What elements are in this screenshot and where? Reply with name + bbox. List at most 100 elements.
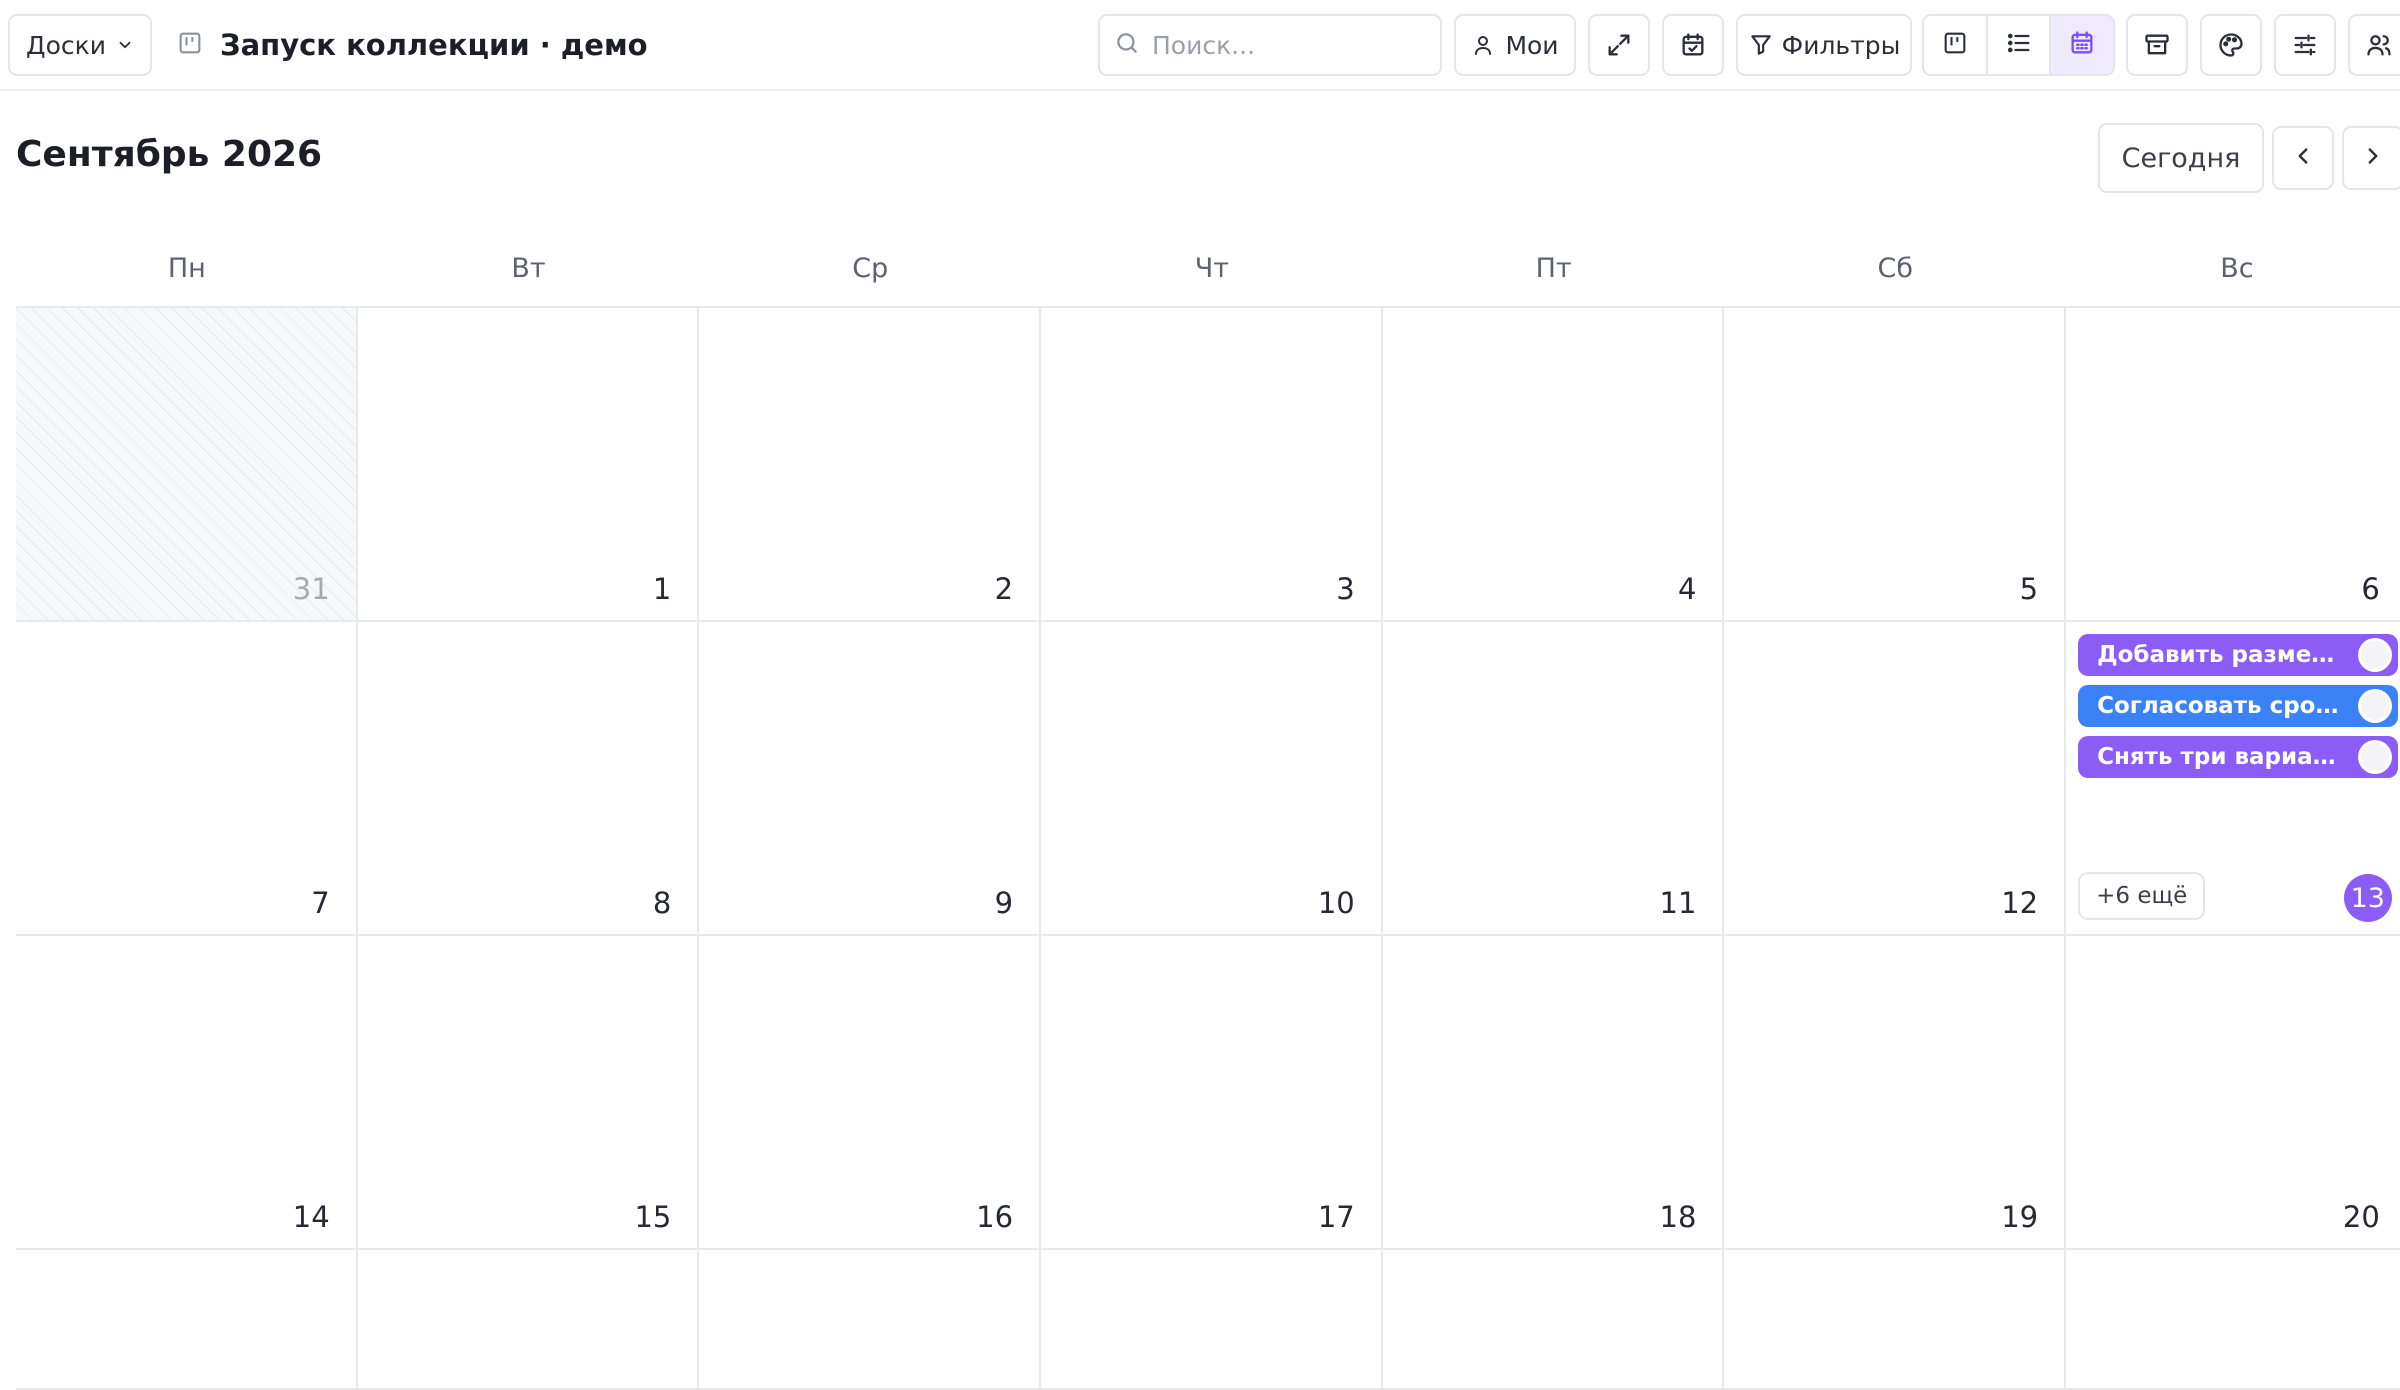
day-number: 17 bbox=[1317, 1200, 1355, 1234]
event-card[interactable]: Согласовать срок... bbox=[2078, 685, 2398, 727]
day-number: 4 bbox=[1677, 572, 1697, 606]
day-number: 5 bbox=[2019, 572, 2039, 606]
day-cell[interactable] bbox=[357, 1250, 700, 1390]
day-cell[interactable] bbox=[2066, 1250, 2400, 1390]
fullscreen-button[interactable] bbox=[1588, 14, 1650, 76]
weekday-header: Пн Вт Ср Чт Пт Сб Вс bbox=[16, 230, 2400, 308]
weekday-label: Сб bbox=[1877, 252, 1914, 284]
board-settings-button[interactable] bbox=[2274, 14, 2336, 76]
day-cell[interactable] bbox=[1382, 1250, 1725, 1390]
chevron-right-icon bbox=[2360, 143, 2386, 173]
mine-filter-button[interactable]: Мои bbox=[1454, 14, 1576, 76]
weekday-label: Пн bbox=[167, 252, 206, 284]
day-number: 18 bbox=[1659, 1200, 1697, 1234]
day-events: Добавить размер... Согласовать срок... Сня… bbox=[2078, 634, 2398, 778]
archive-button[interactable] bbox=[2126, 14, 2188, 76]
day-cell[interactable] bbox=[699, 1250, 1042, 1390]
event-title: Добавить размер... bbox=[2097, 642, 2343, 668]
month-title: Сентябрь 2026 bbox=[16, 134, 323, 175]
theme-button[interactable] bbox=[2200, 14, 2262, 76]
chevron-down-icon bbox=[116, 36, 134, 54]
day-cell[interactable]: 20 bbox=[2066, 936, 2400, 1250]
event-complete-checkbox[interactable] bbox=[2357, 638, 2392, 672]
users-icon bbox=[2365, 31, 2393, 59]
day-cell[interactable]: 3 bbox=[1041, 308, 1383, 622]
weekday-label: Вс bbox=[2220, 252, 2254, 284]
day-cell[interactable]: 19 bbox=[1724, 936, 2067, 1250]
event-card[interactable]: Добавить размер... bbox=[2078, 634, 2398, 676]
day-number: 12 bbox=[2001, 886, 2039, 920]
board-icon bbox=[176, 29, 204, 61]
day-number: 2 bbox=[994, 572, 1014, 606]
boards-label: Доски bbox=[26, 30, 106, 60]
event-card[interactable]: Снять три вариан... bbox=[2078, 736, 2398, 778]
list-icon bbox=[2005, 29, 2033, 61]
day-cell[interactable]: Добавить размер... Согласовать срок... Сня… bbox=[2066, 622, 2400, 936]
day-cell[interactable]: 4 bbox=[1382, 308, 1725, 622]
expand-icon bbox=[1605, 31, 1633, 59]
members-button[interactable] bbox=[2348, 14, 2400, 76]
sliders-icon bbox=[2291, 31, 2319, 59]
day-number: 9 bbox=[994, 886, 1014, 920]
day-cell[interactable]: 11 bbox=[1382, 622, 1725, 936]
filters-button[interactable]: Фильтры bbox=[1736, 14, 1912, 76]
day-cell[interactable] bbox=[16, 1250, 358, 1390]
calendar-grid: 31 1 2 3 4 5 6 7 8 9 10 11 12 Добавить размер... Согла… bbox=[16, 308, 2400, 1390]
top-toolbar: Доски Запуск коллекции · демо Мои bbox=[0, 0, 2400, 91]
event-complete-checkbox[interactable] bbox=[2357, 689, 2392, 723]
date-button[interactable] bbox=[1662, 14, 1724, 76]
board-title: Запуск коллекции · демо bbox=[176, 14, 648, 76]
search-input[interactable] bbox=[1152, 30, 1422, 60]
day-cell[interactable] bbox=[1724, 1250, 2067, 1390]
previous-month-button[interactable] bbox=[2272, 126, 2334, 190]
search-icon bbox=[1114, 30, 1140, 60]
day-cell[interactable]: 5 bbox=[1724, 308, 2067, 622]
day-cell[interactable]: 14 bbox=[16, 936, 358, 1250]
weekday-label: Чт bbox=[1194, 252, 1230, 284]
view-switcher bbox=[1922, 14, 2115, 76]
day-cell[interactable]: 16 bbox=[699, 936, 1042, 1250]
day-cell[interactable]: 1 bbox=[357, 308, 700, 622]
day-cell[interactable] bbox=[1041, 1250, 1383, 1390]
today-button[interactable]: Сегодня bbox=[2098, 123, 2264, 193]
day-cell[interactable]: 7 bbox=[16, 622, 358, 936]
day-cell-outside-month[interactable]: 31 bbox=[16, 308, 358, 622]
boards-dropdown[interactable]: Доски bbox=[8, 14, 152, 76]
day-cell[interactable]: 9 bbox=[699, 622, 1042, 936]
event-complete-checkbox[interactable] bbox=[2357, 740, 2392, 774]
day-cell[interactable]: 10 bbox=[1041, 622, 1383, 936]
today-day-number: 13 bbox=[2343, 874, 2392, 922]
day-number: 7 bbox=[311, 886, 330, 920]
day-cell[interactable]: 15 bbox=[357, 936, 700, 1250]
weekday-label: Вт bbox=[511, 252, 546, 284]
mine-label: Мои bbox=[1505, 30, 1559, 60]
palette-icon bbox=[2217, 31, 2245, 59]
list-view-button[interactable] bbox=[1988, 16, 2052, 74]
event-title: Согласовать срок... bbox=[2097, 693, 2343, 719]
archive-icon bbox=[2143, 31, 2171, 59]
weekday-label: Ср bbox=[852, 252, 889, 284]
day-number: 6 bbox=[2361, 572, 2380, 606]
kanban-icon bbox=[1941, 29, 1969, 61]
day-number: 20 bbox=[2342, 1200, 2380, 1234]
day-number: 1 bbox=[652, 572, 672, 606]
day-cell[interactable]: 8 bbox=[357, 622, 700, 936]
day-cell[interactable]: 6 bbox=[2066, 308, 2400, 622]
day-number: 3 bbox=[1336, 572, 1355, 606]
day-number: 15 bbox=[634, 1200, 672, 1234]
day-cell[interactable]: 18 bbox=[1382, 936, 1725, 1250]
day-number: 14 bbox=[292, 1200, 330, 1234]
search-box[interactable] bbox=[1098, 14, 1442, 76]
day-number: 19 bbox=[2001, 1200, 2039, 1234]
weekday-label: Пт bbox=[1535, 252, 1572, 284]
board-view-button[interactable] bbox=[1924, 16, 1988, 74]
event-title: Снять три вариан... bbox=[2097, 744, 2343, 770]
day-number: 31 bbox=[292, 572, 330, 606]
calendar-view-button[interactable] bbox=[2051, 16, 2113, 74]
day-cell[interactable]: 17 bbox=[1041, 936, 1383, 1250]
next-month-button[interactable] bbox=[2342, 126, 2400, 190]
calendar-check-icon bbox=[1679, 31, 1707, 59]
more-events-button[interactable]: +6 ещё bbox=[2078, 872, 2206, 920]
day-cell[interactable]: 2 bbox=[699, 308, 1042, 622]
day-cell[interactable]: 12 bbox=[1724, 622, 2067, 936]
